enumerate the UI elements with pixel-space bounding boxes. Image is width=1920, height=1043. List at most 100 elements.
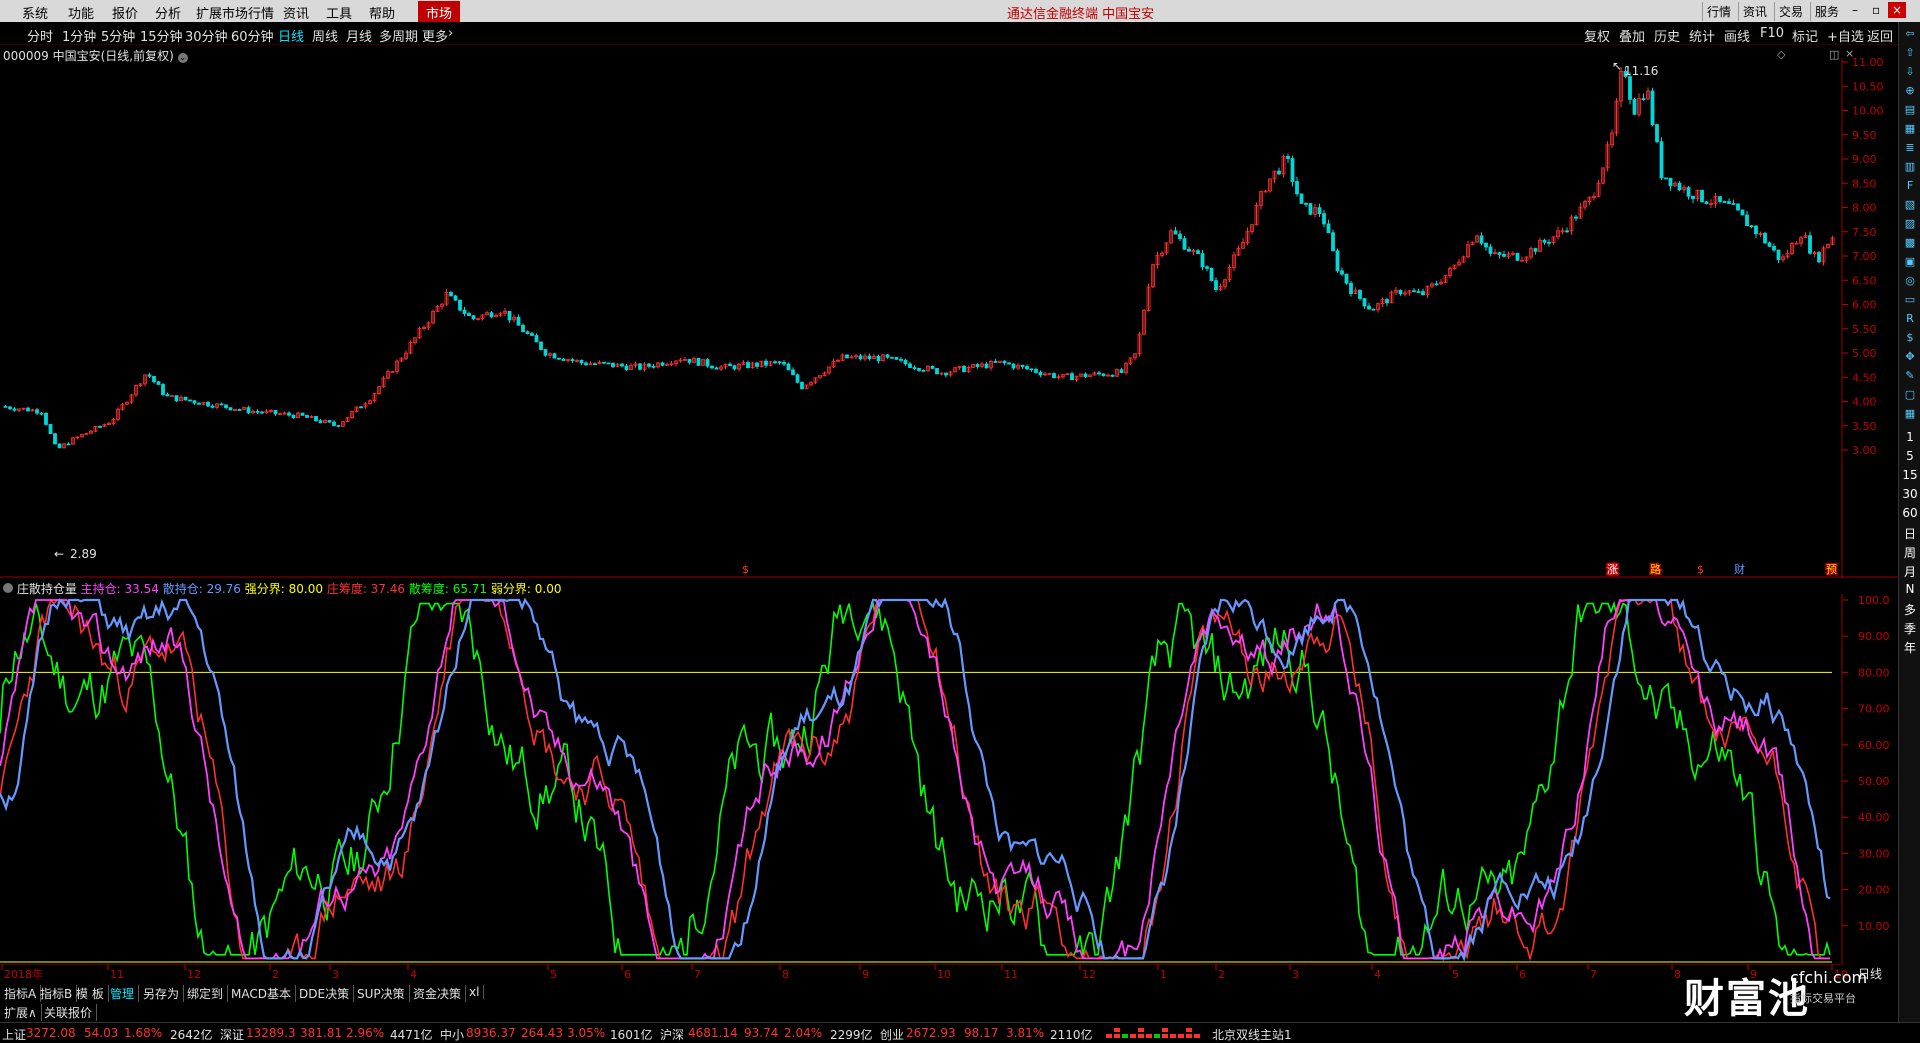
menu-system[interactable]: 系统 [22,3,48,22]
marker-zhang[interactable]: 涨 [1606,562,1620,578]
move-icon[interactable]: ✥ [1902,349,1918,365]
period-more[interactable]: 更多 [422,26,448,45]
arrow-down-icon[interactable]: ⇧ [1902,45,1918,61]
circle-icon[interactable]: ◎ [1902,273,1918,289]
indicator-menu-icon[interactable] [3,583,13,593]
period-shortcut[interactable]: 日 [1902,525,1918,542]
marker-lu[interactable]: 路 [1649,562,1663,578]
period-shortcut[interactable]: 60 [1902,506,1918,520]
candle-body [593,363,597,366]
idx-sz-name[interactable]: 深证 [220,1026,244,1043]
tab-dde[interactable]: DDE决策 [295,985,355,1002]
tab-manage[interactable]: 管理 [106,985,140,1002]
menu-analysis[interactable]: 分析 [155,3,181,22]
tab-template[interactable]: 模 板 [72,985,109,1002]
rsi-icon[interactable]: R [1902,311,1918,327]
report-icon[interactable]: ▩ [1902,235,1918,251]
tool-adjust[interactable]: 复权 [1584,26,1610,45]
doc-icon[interactable]: ▨ [1902,216,1918,232]
zoom-out-icon[interactable]: ⊕ [1902,83,1918,99]
btn-news[interactable]: 资讯 [1738,2,1771,21]
tab-macd[interactable]: MACD基本 [227,985,296,1002]
tool-history[interactable]: 历史 [1654,26,1680,45]
tool-draw[interactable]: 画线 [1724,26,1750,45]
tab-bind-to[interactable]: 绑定到 [183,985,229,1002]
pencil-icon[interactable]: ✎ [1902,368,1918,384]
price-chart[interactable]: 11.00 10.50 10.00 9.50 9.00 8.50 8.00 7.50 7.00 6… [0,58,1898,578]
grid-icon[interactable]: ▤ [1902,102,1918,118]
period-1min[interactable]: 1分钟 [62,26,96,45]
candle-body [1704,201,1709,204]
maximize-icon[interactable]: ▫ [1868,2,1884,18]
menu-news[interactable]: 资讯 [283,3,309,22]
marker-dollar-2[interactable]: $ [1697,563,1704,576]
period-weekly[interactable]: 周线 [312,26,338,45]
menu-function[interactable]: 功能 [68,3,94,22]
menu-help[interactable]: 帮助 [369,3,395,22]
tool-mark[interactable]: 标记 [1792,26,1818,45]
tab-related-quote[interactable]: 关联报价 [40,1004,98,1021]
period-shortcut[interactable]: 1 [1902,430,1918,444]
period-shortcut[interactable]: 5 [1902,449,1918,463]
idx-hs-amt: 2299亿 [830,1028,873,1042]
marker-dollar[interactable]: $ [742,563,749,576]
minimize-icon[interactable]: – [1848,2,1862,18]
period-shortcut[interactable]: 周 [1902,544,1918,561]
arrow-up-icon[interactable]: ⇦ [1902,26,1918,42]
tab-save-as[interactable]: 另存为 [139,985,185,1002]
period-daily[interactable]: 日线 [278,26,304,45]
panel-icon[interactable]: ▭ [1902,292,1918,308]
money-icon[interactable]: $ [1902,330,1918,346]
server-name[interactable]: 北京双线主站1 [1212,1026,1292,1043]
btn-market-quote[interactable]: 行情 [1702,2,1735,21]
calc-icon[interactable]: ▦ [1902,406,1918,422]
period-shortcut[interactable]: 多 [1902,601,1918,618]
menu-tools[interactable]: 工具 [326,3,352,22]
layers-icon[interactable]: ▧ [1902,197,1918,213]
tool-f10[interactable]: F10 [1760,26,1784,41]
idx-cy-name[interactable]: 创业 [880,1026,904,1043]
tool-overlay[interactable]: 叠加 [1619,26,1645,45]
period-5min[interactable]: 5分钟 [101,26,135,45]
period-multi[interactable]: 多周期 [379,26,418,45]
menu-ext-market[interactable]: 扩展市场行情 [196,3,274,22]
close-icon[interactable]: × [1888,2,1907,18]
period-60min[interactable]: 60分钟 [231,26,274,45]
btn-service[interactable]: 服务 [1810,2,1843,21]
period-timeshare[interactable]: 分时 [27,26,53,45]
btn-trade[interactable]: 交易 [1774,2,1807,21]
zoom-in-icon[interactable]: ⇩ [1902,64,1918,80]
period-shortcut[interactable]: 季 [1902,620,1918,637]
candle-body [1110,374,1115,377]
tab-sup[interactable]: SUP决策 [353,985,410,1002]
period-shortcut[interactable]: 年 [1902,639,1918,656]
period-shortcut[interactable]: 月 [1902,563,1918,580]
marker-cai[interactable]: 财 [1734,562,1745,576]
idx-hs-name[interactable]: 沪深 [660,1026,684,1043]
tab-fund[interactable]: 资金决策 [409,985,467,1002]
chevron-right-icon[interactable]: › [448,26,453,41]
tool-back[interactable]: 返回 [1867,26,1893,45]
list-icon[interactable]: ≣ [1902,140,1918,156]
period-shortcut[interactable]: 15 [1902,468,1918,482]
tab-xl[interactable]: xl [465,985,485,999]
period-30min[interactable]: 30分钟 [185,26,228,45]
period-shortcut[interactable]: N [1902,582,1918,596]
doc2-icon[interactable]: ▢ [1902,387,1918,403]
stats-icon[interactable]: ▣ [1902,254,1918,270]
idx-sh-name[interactable]: 上证 [2,1026,26,1043]
marker-yu[interactable]: 预 [1825,562,1839,578]
menu-quote[interactable]: 报价 [112,3,138,22]
tool-stats[interactable]: 统计 [1689,26,1715,45]
tab-expand[interactable]: 扩展∧ [0,1004,42,1021]
period-15min[interactable]: 15分钟 [140,26,183,45]
period-monthly[interactable]: 月线 [346,26,372,45]
period-shortcut[interactable]: 30 [1902,487,1918,501]
table-icon[interactable]: ▥ [1902,159,1918,175]
idx-zx-name[interactable]: 中小 [440,1026,464,1043]
f10-icon[interactable]: F [1902,178,1918,194]
indicator-chart[interactable]: 100.0 90.00 80.00 70.00 60.00 50.00 40.00 30.00… [0,594,1898,964]
menu-market[interactable]: 市场 [418,1,461,24]
chart-icon[interactable]: ▦ [1902,121,1918,137]
tool-add-fav[interactable]: +自选 [1827,26,1864,45]
